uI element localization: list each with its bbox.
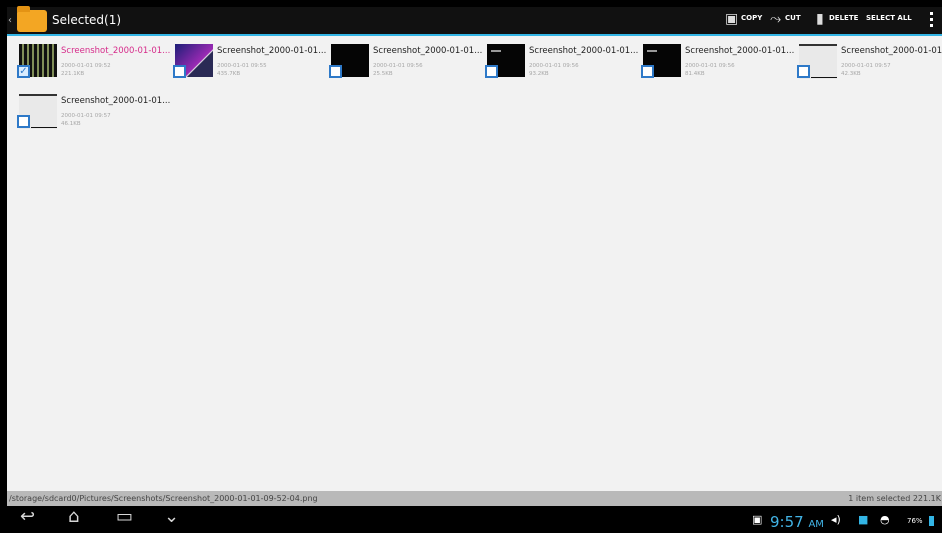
- file-item[interactable]: Screenshot_2000-01-01 2000-01-01 09:57 42…: [795, 39, 942, 89]
- file-meta: 2000-01-01 09:52 221.1KB: [61, 63, 111, 77]
- file-path: /storage/sdcard0/Pictures/Screenshots/Sc…: [9, 494, 318, 503]
- file-item[interactable]: Screenshot_2000-01-01... 2000-01-01 09:5…: [171, 39, 327, 89]
- overflow-menu-icon[interactable]: [930, 12, 934, 28]
- system-navigation-bar: ↩ ⌂ ▭ ⌄ ▣ 9:57 AM ◂) ■ ◓ 76%: [0, 506, 942, 533]
- battery-icon: [929, 516, 934, 526]
- file-name: Screenshot_2000-01-01...: [685, 46, 795, 56]
- selection-checkbox[interactable]: ✓: [17, 65, 30, 78]
- file-name: Screenshot_2000-01-01...: [61, 96, 171, 106]
- copy-button[interactable]: COPY: [741, 14, 762, 22]
- cut-icon[interactable]: ⤳: [770, 12, 781, 26]
- file-name: Screenshot_2000-01-01...: [529, 46, 639, 56]
- folder-icon: [17, 6, 47, 32]
- selection-checkbox[interactable]: [173, 65, 186, 78]
- file-name: Screenshot_2000-01-01...: [373, 46, 483, 56]
- file-item[interactable]: ✓ Screenshot_2000-01-01... 2000-01-01 09…: [15, 39, 171, 89]
- selection-checkbox[interactable]: [17, 115, 30, 128]
- file-meta: 2000-01-01 09:57 42.3KB: [841, 63, 891, 77]
- file-item[interactable]: Screenshot_2000-01-01... 2000-01-01 09:5…: [483, 39, 639, 89]
- file-name: Screenshot_2000-01-01...: [61, 46, 171, 56]
- file-meta: 2000-01-01 09:55 435.7KB: [217, 63, 267, 77]
- file-status-bar: /storage/sdcard0/Pictures/Screenshots/Sc…: [7, 491, 942, 506]
- android-file-manager-screen: ‹ Selected(1) ▣ COPY ⤳ CUT ▮ DELETE SELE…: [0, 0, 942, 533]
- home-icon[interactable]: ⌂: [68, 508, 79, 526]
- file-meta: 2000-01-01 09:56 25.5KB: [373, 63, 423, 77]
- gallery-icon: ▣: [752, 513, 763, 526]
- copy-icon[interactable]: ▣: [725, 12, 738, 26]
- underline-divider: [31, 127, 57, 128]
- selection-checkbox[interactable]: [485, 65, 498, 78]
- selection-summary: 1 item selected 221.1K: [848, 494, 941, 503]
- file-name: Screenshot_2000-01-01...: [217, 46, 327, 56]
- delete-button[interactable]: DELETE: [829, 14, 858, 22]
- up-navigation-icon[interactable]: ‹: [8, 15, 16, 27]
- clock: 9:57 AM: [770, 513, 824, 531]
- file-item[interactable]: Screenshot_2000-01-01... 2000-01-01 09:5…: [327, 39, 483, 89]
- delete-icon[interactable]: ▮: [816, 12, 824, 26]
- selection-checkbox[interactable]: [329, 65, 342, 78]
- hide-keyboard-icon[interactable]: ⌄: [164, 508, 179, 526]
- selection-action-bar: ‹ Selected(1) ▣ COPY ⤳ CUT ▮ DELETE SELE…: [7, 6, 942, 36]
- recents-icon[interactable]: ▭: [116, 508, 133, 526]
- selection-title: Selected(1): [52, 13, 122, 27]
- cut-button[interactable]: CUT: [785, 14, 801, 22]
- file-item[interactable]: Screenshot_2000-01-01... 2000-01-01 09:5…: [15, 89, 171, 139]
- selection-checkbox[interactable]: [797, 65, 810, 78]
- file-grid: ✓ Screenshot_2000-01-01... 2000-01-01 09…: [7, 36, 942, 491]
- underline-divider: [811, 77, 837, 78]
- volume-icon[interactable]: ◂): [831, 513, 841, 526]
- screenshot-icon[interactable]: ■: [858, 513, 868, 526]
- selection-checkbox[interactable]: [641, 65, 654, 78]
- file-item[interactable]: Screenshot_2000-01-01... 2000-01-01 09:5…: [639, 39, 795, 89]
- back-icon[interactable]: ↩: [20, 508, 35, 526]
- battery-percent: 76%: [907, 517, 923, 525]
- file-meta: 2000-01-01 09:57 46.1KB: [61, 113, 111, 127]
- select-all-button[interactable]: SELECT ALL: [866, 14, 912, 22]
- file-name: Screenshot_2000-01-01: [841, 46, 942, 56]
- file-meta: 2000-01-01 09:56 81.4KB: [685, 63, 735, 77]
- file-meta: 2000-01-01 09:56 93.2KB: [529, 63, 579, 77]
- wifi-icon: ◓: [880, 513, 890, 526]
